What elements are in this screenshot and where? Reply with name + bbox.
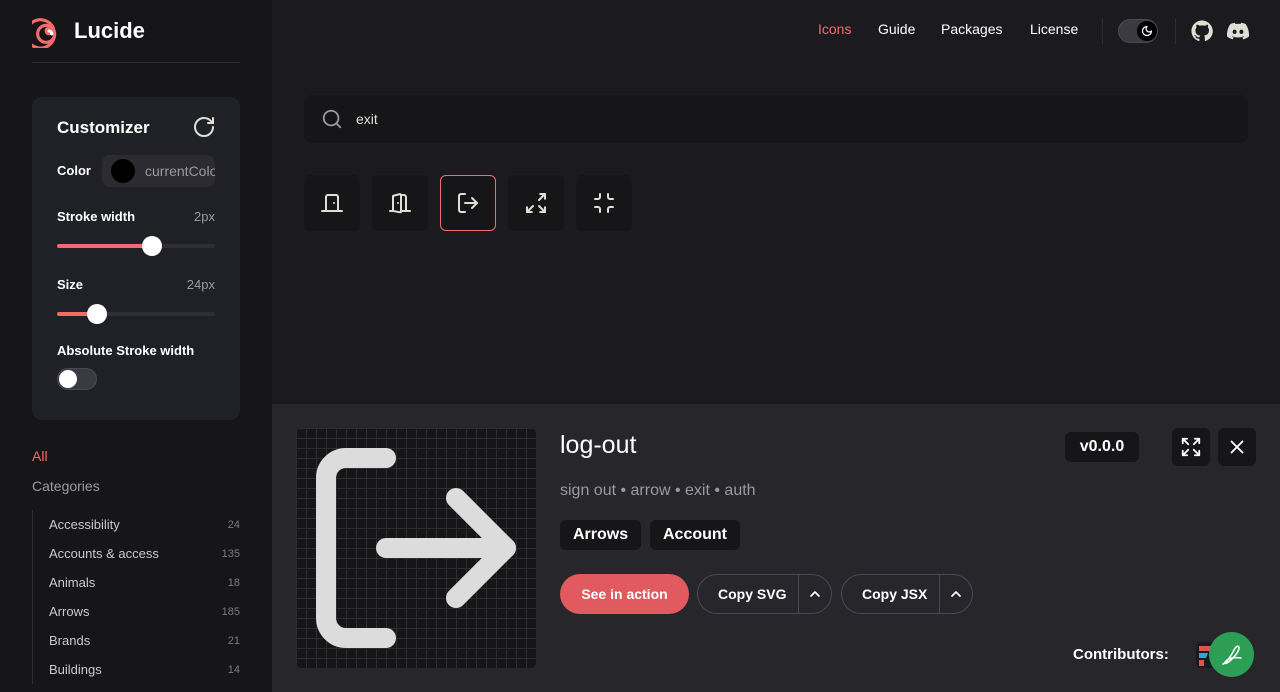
copy-svg-options-button[interactable] (799, 575, 831, 613)
minimize-icon (594, 193, 614, 213)
icon-result-door-open[interactable] (372, 175, 428, 231)
category-item[interactable]: Accounts & access 135 (33, 539, 240, 568)
category-item[interactable]: Arrows 185 (33, 597, 240, 626)
toggle-knob (59, 370, 77, 388)
icon-result-shrink[interactable] (508, 175, 564, 231)
search-input[interactable] (356, 95, 1216, 143)
divider (32, 62, 240, 63)
category-item[interactable]: Buildings 14 (33, 655, 240, 684)
category-chip-account[interactable]: Account (650, 520, 740, 550)
icon-detail-panel: log-out sign out • arrow • exit • auth A… (272, 404, 1280, 692)
icon-tags: sign out • arrow • exit • auth (560, 482, 756, 499)
nav-link-icons[interactable]: Icons (818, 21, 851, 37)
chevron-up-icon (810, 591, 821, 597)
size-label: Size (57, 277, 84, 292)
icon-name: log-out (560, 431, 637, 459)
category-count: 21 (227, 634, 240, 647)
icon-result-door-closed[interactable] (304, 175, 360, 231)
stroke-width-slider-thumb[interactable] (141, 236, 162, 256)
category-list: Accessibility 24 Accounts & access 135 Ani… (32, 510, 240, 684)
categories-heading: Categories (32, 478, 100, 494)
stroke-width-label: Stroke width (57, 209, 136, 224)
copy-svg-button[interactable]: Copy SVG (698, 575, 800, 613)
search-bar (304, 95, 1248, 143)
close-button[interactable] (1218, 428, 1256, 466)
category-count: 14 (227, 663, 240, 676)
category-name: Animals (49, 575, 96, 590)
nav-link-license[interactable]: License (1030, 21, 1078, 37)
category-chip-arrows[interactable]: Arrows (560, 520, 642, 550)
size-slider[interactable] (57, 304, 215, 324)
icon-result-log-out[interactable] (440, 175, 496, 231)
category-name: Buildings (49, 662, 102, 677)
category-name: Brands (49, 633, 91, 648)
shrink-icon (526, 193, 546, 213)
door-closed-icon (321, 194, 343, 212)
signature-icon (1221, 644, 1242, 665)
stroke-width-slider[interactable] (57, 236, 215, 256)
color-field[interactable]: currentColor (102, 155, 215, 187)
reset-icon[interactable] (192, 115, 216, 139)
icon-result-minimize[interactable] (576, 175, 632, 231)
moon-icon (1141, 25, 1153, 37)
fullscreen-button[interactable] (1172, 428, 1210, 466)
search-icon (322, 109, 342, 129)
divider (1102, 18, 1103, 44)
size-value: 24px (186, 277, 215, 292)
see-in-action-button[interactable]: See in action (560, 574, 689, 614)
theme-knob (1137, 21, 1157, 41)
contributor-avatar[interactable] (1209, 632, 1254, 677)
category-item[interactable]: Brands 21 (33, 626, 240, 655)
category-name: Accessibility (49, 517, 120, 532)
contributors-label: Contributors: (1073, 646, 1169, 663)
category-count: 24 (227, 518, 240, 531)
divider (1175, 18, 1176, 44)
customizer-panel: Customizer Color currentColor Stroke wid… (32, 97, 240, 420)
customizer-title: Customizer (57, 118, 150, 137)
door-open-icon (389, 193, 411, 214)
version-badge[interactable]: v0.0.0 (1065, 432, 1139, 462)
chevron-up-icon (951, 591, 962, 597)
color-swatch[interactable] (111, 159, 135, 183)
copy-jsx-button[interactable]: Copy JSX (842, 575, 941, 613)
category-name: Accounts & access (49, 546, 159, 561)
github-icon[interactable] (1191, 20, 1213, 42)
category-item[interactable]: Animals 18 (33, 568, 240, 597)
color-value: currentColor (145, 163, 215, 179)
stroke-width-value: 2px (194, 209, 215, 224)
category-count: 135 (221, 547, 240, 560)
sidebar: Lucide Customizer Color currentColor Str… (0, 0, 272, 692)
theme-toggle[interactable] (1118, 19, 1158, 43)
copy-jsx-button-group: Copy JSX (841, 574, 974, 614)
top-nav: Icons Guide Packages License (0, 21, 1280, 41)
close-icon (1230, 440, 1244, 454)
category-all[interactable]: All (32, 448, 48, 464)
copy-jsx-options-button[interactable] (940, 575, 972, 613)
color-label: Color (57, 163, 91, 178)
copy-svg-button-group: Copy SVG (697, 574, 833, 614)
category-count: 185 (221, 605, 240, 618)
category-item[interactable]: Accessibility 24 (33, 510, 240, 539)
log-out-icon (316, 448, 516, 648)
nav-link-packages[interactable]: Packages (941, 21, 1002, 37)
nav-link-guide[interactable]: Guide (878, 21, 915, 37)
icon-preview (296, 428, 536, 668)
category-count: 18 (227, 576, 240, 589)
size-slider-thumb[interactable] (86, 304, 107, 324)
stroke-width-slider-fill (57, 244, 152, 248)
discord-icon[interactable] (1227, 20, 1249, 42)
category-name: Arrows (49, 604, 90, 619)
log-out-icon (458, 193, 478, 213)
absolute-stroke-label: Absolute Stroke width (57, 343, 195, 358)
expand-icon (1181, 437, 1201, 457)
absolute-stroke-toggle[interactable] (57, 368, 97, 390)
